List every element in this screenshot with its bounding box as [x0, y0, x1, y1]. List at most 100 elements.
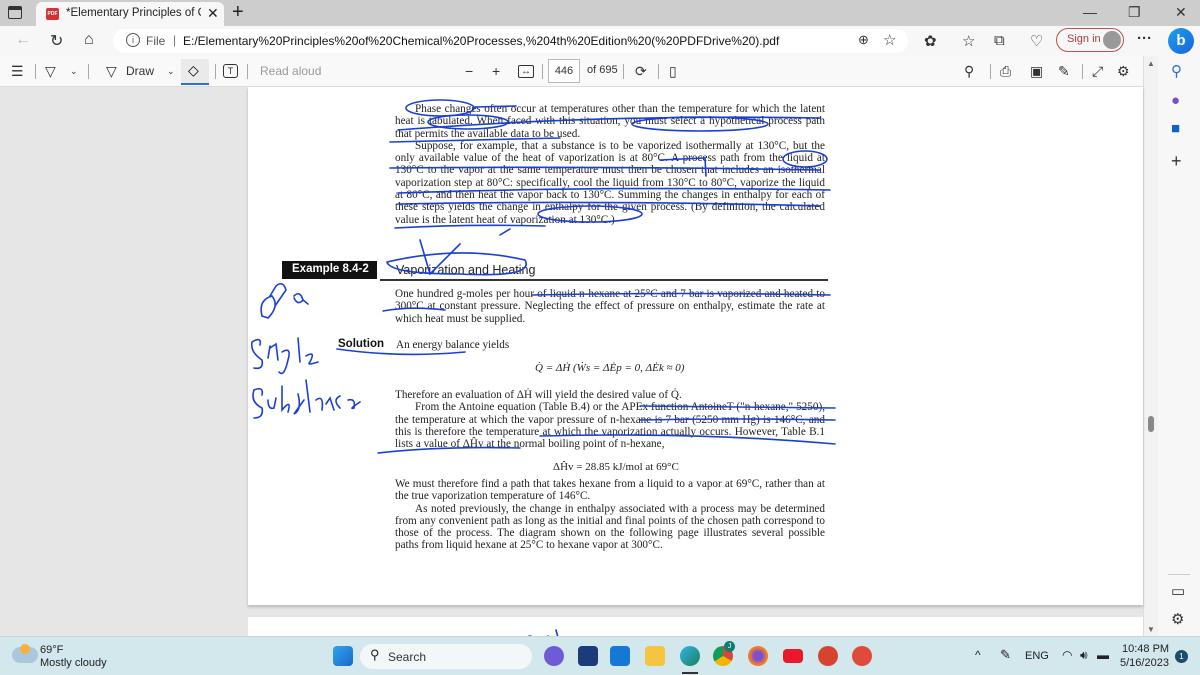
- divider: [35, 64, 36, 79]
- active-app-indicator: [682, 672, 698, 674]
- teams-chat-icon[interactable]: [544, 646, 564, 666]
- eraser-icon: ◇: [188, 62, 199, 78]
- minimize-button[interactable]: —: [1083, 4, 1097, 20]
- sign-in-button[interactable]: Sign in: [1056, 28, 1124, 52]
- browser-tab[interactable]: PDF *Elementary Principles of Chemic ✕: [36, 2, 224, 26]
- page-view-icon[interactable]: ▯: [669, 63, 677, 80]
- info-icon[interactable]: i: [126, 33, 140, 47]
- wifi-icon[interactable]: ◠: [1062, 648, 1072, 662]
- sign-in-label: Sign in: [1067, 33, 1101, 45]
- contents-icon[interactable]: ☰: [11, 63, 24, 80]
- scroll-thumb[interactable]: [1148, 416, 1154, 432]
- new-tab-button[interactable]: +: [232, 1, 244, 24]
- favorites-icon[interactable]: ☆: [962, 32, 975, 50]
- extensions-icon[interactable]: ✿: [924, 32, 937, 50]
- firefox-icon[interactable]: [748, 646, 768, 666]
- text-icon[interactable]: T: [223, 64, 238, 78]
- equation-energy-balance: Q̇ = ΔḢ (Ẇs = ΔĖp = 0, ΔĖk ≈ 0): [535, 362, 685, 374]
- divider: [215, 64, 216, 79]
- divider: [88, 64, 89, 79]
- weather-temp[interactable]: 69°F: [40, 644, 63, 656]
- weather-desc[interactable]: Mostly cloudy: [40, 657, 107, 669]
- restore-button[interactable]: ❐: [1128, 4, 1141, 21]
- m365-icon[interactable]: ●: [1171, 92, 1180, 109]
- fit-to-width-icon[interactable]: ↔: [518, 65, 534, 78]
- edge-sidebar: ⚲ ● ■ + ▭ ⚙: [1158, 56, 1200, 636]
- mail-icon[interactable]: [610, 646, 630, 666]
- solution-label: Solution: [338, 338, 384, 350]
- file-explorer-icon[interactable]: [645, 646, 665, 666]
- url-text[interactable]: E:/Elementary%20Principles%20of%20Chemic…: [183, 34, 779, 48]
- avatar-icon: [1103, 31, 1121, 49]
- collections-icon[interactable]: ⧉: [994, 32, 1005, 49]
- back-icon[interactable]: ←: [15, 31, 31, 49]
- page-number-input[interactable]: 446: [548, 59, 580, 83]
- paragraph-text: Suppose, for example, that a substance i…: [395, 139, 825, 226]
- pen-icon[interactable]: ✎: [1000, 647, 1011, 663]
- edge-icon[interactable]: [680, 646, 700, 666]
- save-icon[interactable]: ▣: [1030, 63, 1043, 80]
- print-icon[interactable]: ⎙: [1000, 63, 1011, 80]
- add-favorite-icon[interactable]: ☆: [883, 31, 896, 49]
- zoom-out-button[interactable]: −: [465, 63, 473, 79]
- address-bar-row: ← ↻ ⌂ i File | E:/Elementary%20Principle…: [0, 26, 1200, 56]
- refresh-icon[interactable]: ↻: [50, 31, 63, 51]
- find-icon[interactable]: ⚲: [964, 63, 974, 80]
- paragraph-text: Phase changes often occur at temperature…: [395, 103, 825, 140]
- paragraph-text: As noted previously, the change in entha…: [395, 502, 825, 552]
- show-hidden-icons[interactable]: ^: [975, 648, 981, 662]
- highlight-icon[interactable]: ▽: [45, 63, 56, 80]
- close-tab-icon[interactable]: ✕: [207, 5, 219, 22]
- draw-icon[interactable]: ▽: [106, 63, 117, 80]
- divider: [1168, 574, 1190, 575]
- draw-label[interactable]: Draw: [126, 64, 154, 78]
- scroll-down-arrow[interactable]: ▼: [1147, 625, 1155, 634]
- bing-copilot-icon[interactable]: b: [1168, 28, 1194, 54]
- divider: [658, 64, 659, 79]
- outlook-icon[interactable]: ■: [1171, 120, 1180, 137]
- rotate-icon[interactable]: ⟳: [635, 63, 647, 80]
- taskbar-search[interactable]: ⚲ Search: [360, 644, 532, 669]
- save-as-icon[interactable]: ✎: [1058, 63, 1070, 80]
- zoom-indicator-icon[interactable]: ⊕: [858, 32, 869, 48]
- close-window-button[interactable]: ✕: [1175, 4, 1187, 21]
- divider: |: [173, 33, 177, 47]
- fullscreen-icon[interactable]: ⤢: [1092, 63, 1103, 80]
- draw-dropdown-icon[interactable]: ⌄: [167, 66, 175, 77]
- ccleaner-icon[interactable]: [818, 646, 838, 666]
- volume-icon[interactable]: 🔊︎: [1080, 648, 1088, 663]
- clock-time[interactable]: 10:48 PM: [1122, 643, 1169, 655]
- more-menu-icon[interactable]: ···: [1137, 30, 1152, 47]
- divider: [380, 279, 828, 281]
- clock-date[interactable]: 5/16/2023: [1120, 657, 1169, 669]
- youtube-icon[interactable]: [783, 649, 803, 663]
- paragraph-text: Therefore an evaluation of ΔḢ will yield…: [395, 389, 682, 401]
- address-bar[interactable]: i File | E:/Elementary%20Principles%20of…: [113, 29, 908, 53]
- app-icon[interactable]: [852, 646, 872, 666]
- read-aloud-button[interactable]: Read aloud: [260, 64, 321, 78]
- highlight-dropdown-icon[interactable]: ⌄: [70, 66, 78, 77]
- tab-actions-icon[interactable]: [8, 6, 22, 19]
- scroll-up-arrow[interactable]: ▲: [1147, 59, 1155, 68]
- search-label: Search: [388, 650, 427, 664]
- hide-sidebar-icon[interactable]: ▭: [1171, 582, 1185, 600]
- vertical-scrollbar[interactable]: ▲ ▼: [1143, 56, 1158, 636]
- example-label: Example 8.4-2: [282, 261, 377, 279]
- sidebar-settings-icon[interactable]: ⚙: [1171, 610, 1184, 628]
- search-sidebar-icon[interactable]: ⚲: [1171, 62, 1182, 80]
- language-indicator[interactable]: ENG: [1025, 650, 1049, 662]
- notification-badge[interactable]: 1: [1175, 650, 1188, 663]
- settings-icon[interactable]: ⚙: [1117, 63, 1130, 80]
- eraser-button[interactable]: ◇: [181, 59, 209, 85]
- battery-icon[interactable]: ▬: [1097, 648, 1109, 662]
- microsoft-store-icon[interactable]: [578, 646, 598, 666]
- browser-essentials-icon[interactable]: ♡: [1030, 32, 1043, 50]
- paragraph-path: We must therefore find a path that takes…: [395, 478, 825, 552]
- home-icon[interactable]: ⌂: [84, 31, 94, 49]
- add-sidebar-app-icon[interactable]: +: [1171, 151, 1182, 172]
- pdf-toolbar: ☰ ▽ ⌄ ▽ Draw ⌄ ◇ T Read aloud − + ↔ 446 …: [0, 56, 1143, 87]
- zoom-in-button[interactable]: +: [492, 63, 500, 79]
- tab-title: *Elementary Principles of Chemic: [66, 7, 201, 19]
- start-button[interactable]: [333, 646, 353, 666]
- divider: [247, 64, 248, 79]
